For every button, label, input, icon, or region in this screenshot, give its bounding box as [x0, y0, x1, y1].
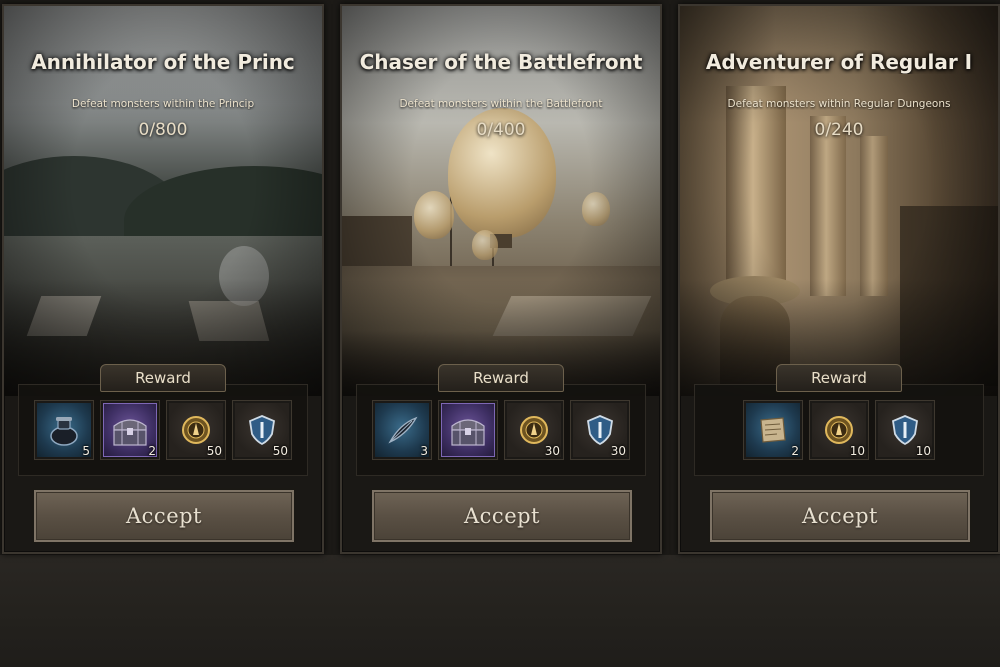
reward-count: 2: [791, 444, 799, 458]
reward-slot[interactable]: 50: [166, 400, 226, 460]
quest-description: Defeat monsters within the Battlefront: [399, 98, 603, 110]
reward-count: 10: [915, 444, 931, 458]
quill-feather-icon: [388, 416, 418, 444]
reward-label: Reward: [776, 364, 902, 392]
quest-progress: 0/800: [138, 120, 188, 140]
reward-count: 10: [849, 444, 865, 458]
treasure-chest-icon: [451, 419, 485, 446]
quest-card-adventurer: Adventurer of Regular I Defeat monsters …: [678, 4, 1000, 554]
reward-slot[interactable]: 50: [232, 400, 292, 460]
reward-count: 50: [206, 444, 222, 458]
reward-count: 5: [82, 444, 90, 458]
reward-slot[interactable]: 10: [875, 400, 935, 460]
quest-title: Chaser of the Battlefront: [359, 50, 643, 74]
treasure-chest-icon: [113, 419, 147, 446]
accept-button[interactable]: Accept: [710, 490, 970, 542]
reward-slot[interactable]: 10: [809, 400, 869, 460]
quest-description: Defeat monsters within Regular Dungeons: [727, 98, 951, 110]
accept-button[interactable]: Accept: [34, 490, 294, 542]
quest-progress: 0/400: [476, 120, 526, 140]
reward-slot[interactable]: [438, 400, 498, 460]
reward-slot[interactable]: 30: [504, 400, 564, 460]
reward-slot[interactable]: 30: [570, 400, 630, 460]
quest-title: Annihilator of the Princ: [31, 50, 295, 74]
reward-count: 2: [148, 444, 156, 458]
reward-slot[interactable]: 3: [372, 400, 432, 460]
reward-items: 3 30 30: [356, 400, 646, 462]
reward-items: 5 2 50 50: [18, 400, 308, 462]
scroll-map-icon: [760, 417, 786, 443]
quest-title: Adventurer of Regular I: [705, 50, 973, 74]
reward-items: 2 10 10: [694, 400, 984, 462]
reward-slot[interactable]: 2: [100, 400, 160, 460]
reward-slot[interactable]: 2: [743, 400, 803, 460]
reward-slot[interactable]: 5: [34, 400, 94, 460]
reward-count: 3: [420, 444, 428, 458]
reward-label: Reward: [438, 364, 564, 392]
quest-card-chaser: Chaser of the Battlefront Defeat monster…: [340, 4, 662, 554]
ink-pot-icon: [50, 417, 78, 446]
reward-count: 30: [544, 444, 560, 458]
reward-count: 50: [272, 444, 288, 458]
reward-count: 30: [610, 444, 626, 458]
quest-progress: 0/240: [814, 120, 864, 140]
quest-description: Defeat monsters within the Princip: [71, 98, 255, 110]
floor-background: [0, 555, 1000, 667]
accept-button[interactable]: Accept: [372, 490, 632, 542]
quest-card-annihilator: Annihilator of the Princ Defeat monsters…: [2, 4, 324, 554]
reward-label: Reward: [100, 364, 226, 392]
